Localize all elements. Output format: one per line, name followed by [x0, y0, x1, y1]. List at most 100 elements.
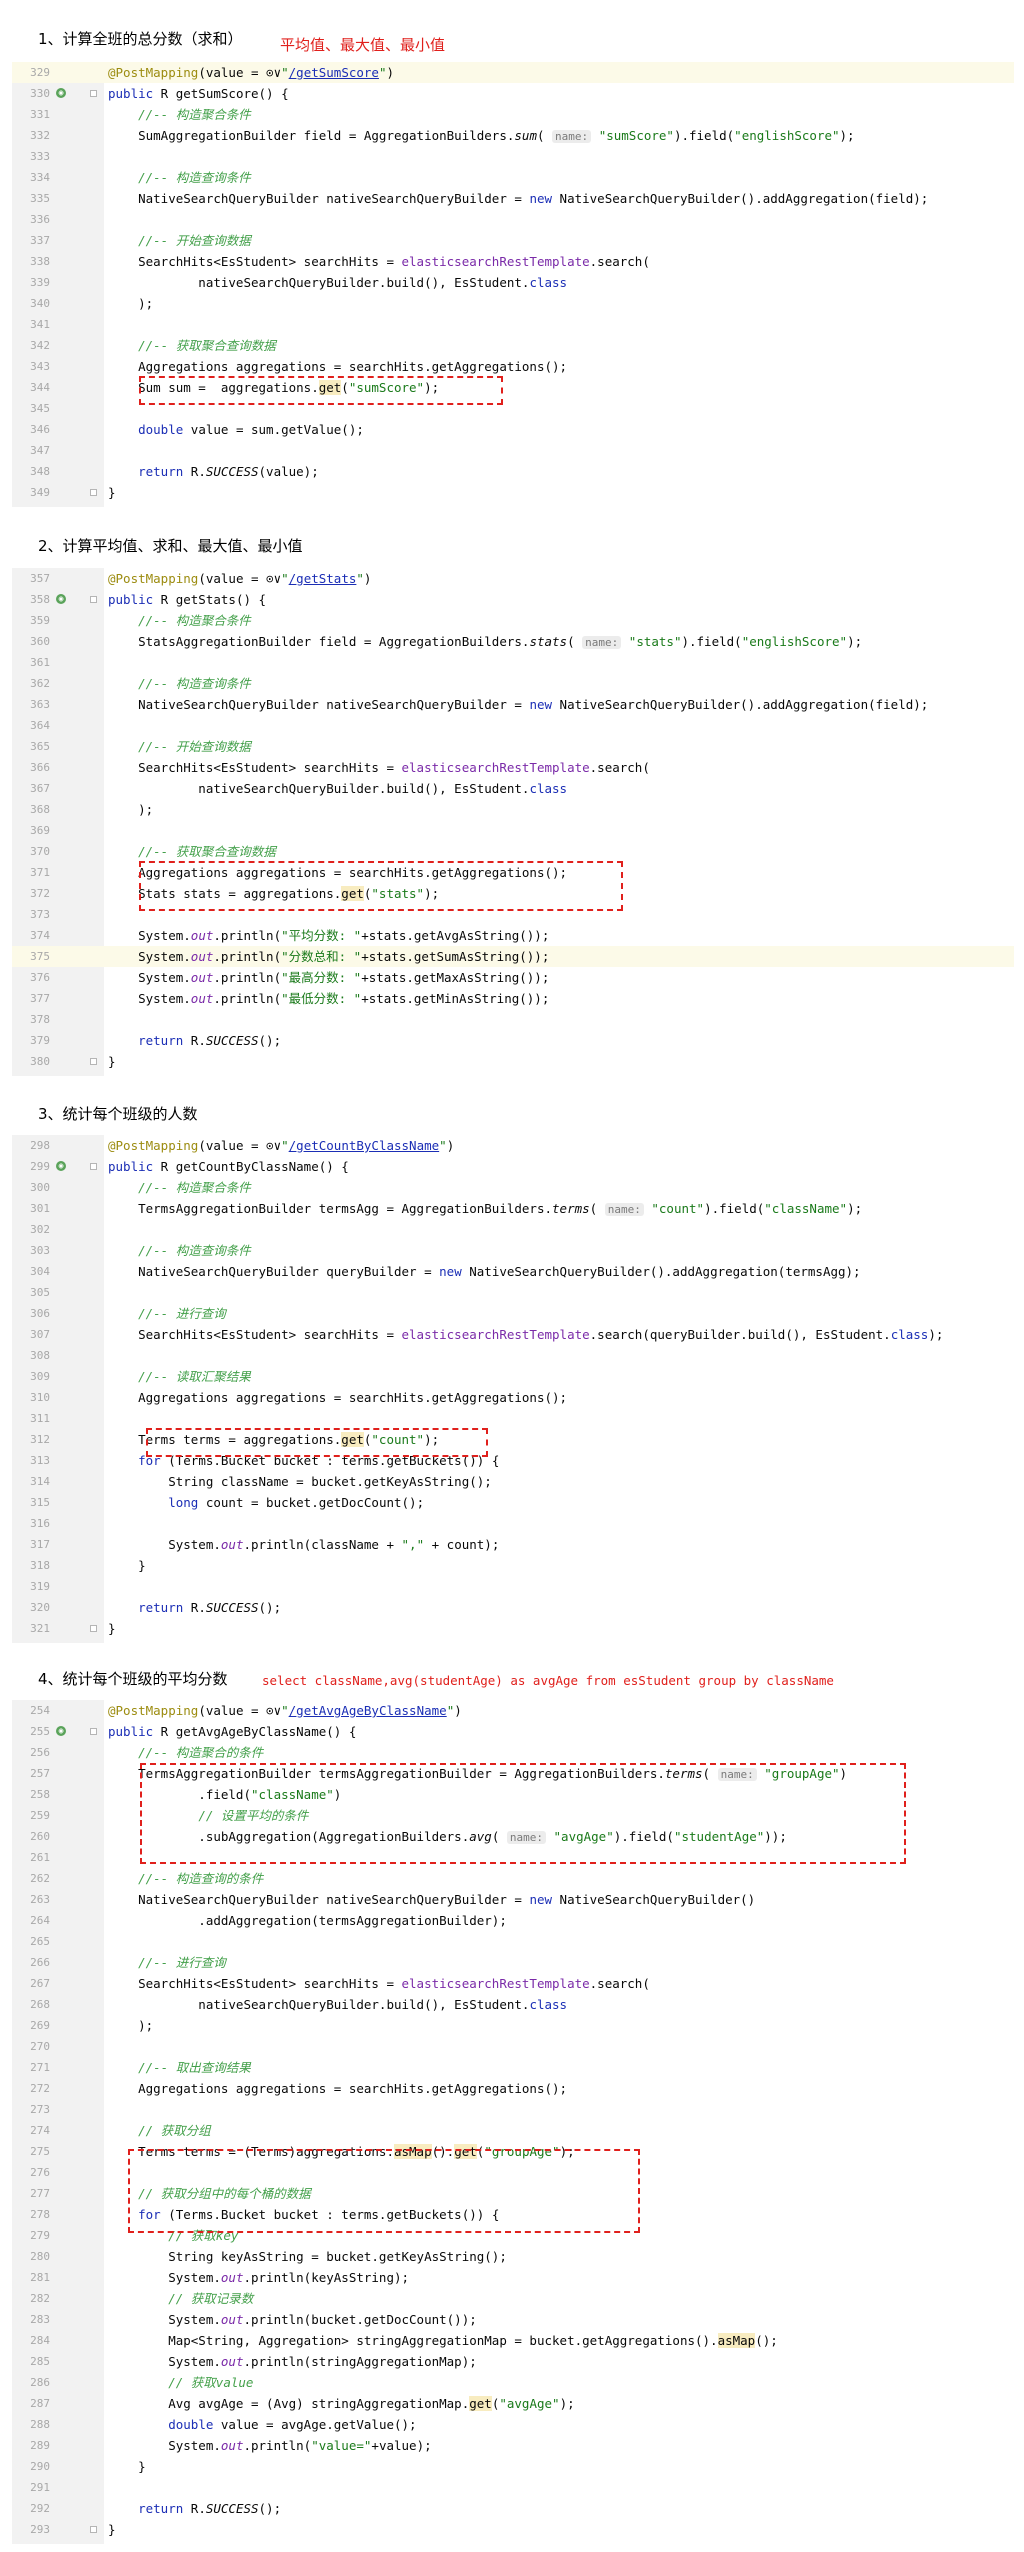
- fold-marker-icon[interactable]: [90, 1625, 97, 1632]
- section-note: select className,avg(studentAge) as avgA…: [262, 1673, 834, 1688]
- code-text: System.out.println("最低分数: "+stats.getMin…: [108, 991, 550, 1006]
- code-text: StatsAggregationBuilder field = Aggregat…: [108, 634, 863, 649]
- line-number: 335: [30, 192, 50, 205]
- code-line: 361: [12, 652, 1014, 673]
- code-line: 270: [12, 2036, 1014, 2057]
- code-line: 265: [12, 1931, 1014, 1952]
- code-text: nativeSearchQueryBuilder.build(), EsStud…: [108, 275, 568, 290]
- code-text: //-- 开始查询数据: [138, 233, 251, 248]
- code-text: String keyAsString = bucket.getKeyAsStri…: [108, 2249, 507, 2264]
- code-line: 367 nativeSearchQueryBuilder.build(), Es…: [12, 778, 1014, 799]
- line-number: 278: [30, 2208, 50, 2221]
- code-line: 343 Aggregations aggregations = searchHi…: [12, 356, 1014, 377]
- line-number: 287: [30, 2397, 50, 2410]
- fold-marker-icon[interactable]: [90, 596, 97, 603]
- line-number: 288: [30, 2418, 50, 2431]
- code-line: 368 );: [12, 799, 1014, 820]
- line-number: 345: [30, 402, 50, 415]
- line-number: 258: [30, 1788, 50, 1801]
- line-number: 266: [30, 1956, 50, 1969]
- line-number: 369: [30, 824, 50, 837]
- code-text: // 获取value: [168, 2375, 254, 2390]
- code-text: }: [108, 1558, 146, 1573]
- section-heading: 1、计算全班的总分数（求和）: [38, 30, 243, 48]
- code-text: Aggregations aggregations = searchHits.g…: [108, 2081, 568, 2096]
- line-number: 358: [30, 593, 50, 606]
- line-number: 379: [30, 1034, 50, 1047]
- code-text: @PostMapping(value = ⊙∨"/getSumScore"): [108, 65, 395, 80]
- line-number: 346: [30, 423, 50, 436]
- code-text: NativeSearchQueryBuilder nativeSearchQue…: [108, 697, 929, 712]
- fold-marker-icon[interactable]: [90, 489, 97, 496]
- fold-marker-icon[interactable]: [90, 2526, 97, 2533]
- section-note: 平均值、最大值、最小值: [280, 36, 446, 54]
- line-number: 304: [30, 1265, 50, 1278]
- code-text: System.out.println("分数总和: "+stats.getSum…: [108, 949, 550, 964]
- line-number: 292: [30, 2502, 50, 2515]
- code-line: 347: [12, 440, 1014, 461]
- endpoint-gutter-icon[interactable]: ◉: [56, 1726, 66, 1736]
- endpoint-gutter-icon[interactable]: ◉: [56, 1161, 66, 1171]
- line-number: 363: [30, 698, 50, 711]
- line-number: 289: [30, 2439, 50, 2452]
- line-number: 305: [30, 1286, 50, 1299]
- code-line: 334 //-- 构造查询条件: [12, 167, 1014, 188]
- line-number: 259: [30, 1809, 50, 1822]
- code-line: 329 @PostMapping(value = ⊙∨"/getSumScore"…: [12, 62, 1014, 83]
- line-number: 271: [30, 2061, 50, 2074]
- code-line: 349}: [12, 482, 1014, 503]
- code-text: public R getAvgAgeByClassName() {: [108, 1724, 357, 1739]
- line-number: 380: [30, 1055, 50, 1068]
- code-line: 298 @PostMapping(value = ⊙∨"/getCountByCl…: [12, 1135, 1014, 1156]
- line-number: 308: [30, 1349, 50, 1362]
- line-number: 336: [30, 213, 50, 226]
- line-number: 293: [30, 2523, 50, 2536]
- code-line: 357 @PostMapping(value = ⊙∨"/getStats"): [12, 568, 1014, 589]
- line-number: 340: [30, 297, 50, 310]
- line-number: 261: [30, 1851, 50, 1864]
- code-text: public R getCountByClassName() {: [108, 1159, 349, 1174]
- code-line: 273: [12, 2099, 1014, 2120]
- code-text: SearchHits<EsStudent> searchHits = elast…: [108, 760, 650, 775]
- code-line: 268 nativeSearchQueryBuilder.build(), Es…: [12, 1994, 1014, 2015]
- code-line: 287 Avg avgAge = (Avg) stringAggregation…: [12, 2393, 1014, 2414]
- line-number: 339: [30, 276, 50, 289]
- highlight-box: [140, 1763, 906, 1864]
- code-text: //-- 构造查询的条件: [138, 1871, 264, 1886]
- line-number: 332: [30, 129, 50, 142]
- fold-marker-icon[interactable]: [90, 1058, 97, 1065]
- endpoint-gutter-icon[interactable]: ◉: [56, 594, 66, 604]
- line-number: 318: [30, 1559, 50, 1572]
- code-line: 303 //-- 构造查询条件: [12, 1240, 1014, 1261]
- line-number: 371: [30, 866, 50, 879]
- line-number: 283: [30, 2313, 50, 2326]
- line-number: 300: [30, 1181, 50, 1194]
- code-text: nativeSearchQueryBuilder.build(), EsStud…: [108, 1997, 568, 2012]
- code-text: System.out.println(keyAsString);: [108, 2270, 410, 2285]
- code-line: 318 }: [12, 1555, 1014, 1576]
- line-number: 314: [30, 1475, 50, 1488]
- code-line: 281 System.out.println(keyAsString);: [12, 2267, 1014, 2288]
- code-text: System.out.println("最高分数: "+stats.getMax…: [108, 970, 550, 985]
- code-line: 288 double value = avgAge.getValue();: [12, 2414, 1014, 2435]
- code-line: 262 //-- 构造查询的条件: [12, 1868, 1014, 1889]
- line-number: 337: [30, 234, 50, 247]
- fold-marker-icon[interactable]: [90, 1163, 97, 1170]
- code-line: 267 SearchHits<EsStudent> searchHits = e…: [12, 1973, 1014, 1994]
- code-text: Aggregations aggregations = searchHits.g…: [108, 1390, 568, 1405]
- code-line: 309 //-- 读取汇聚结果: [12, 1366, 1014, 1387]
- code-text: //-- 构造查询条件: [138, 676, 251, 691]
- line-number: 282: [30, 2292, 50, 2305]
- line-number: 316: [30, 1517, 50, 1530]
- endpoint-gutter-icon[interactable]: ◉: [56, 88, 66, 98]
- fold-marker-icon[interactable]: [90, 90, 97, 97]
- fold-marker-icon[interactable]: [90, 1728, 97, 1735]
- code-text: );: [108, 296, 154, 311]
- line-number: 307: [30, 1328, 50, 1341]
- line-number: 264: [30, 1914, 50, 1927]
- code-text: //-- 开始查询数据: [138, 739, 251, 754]
- code-line: 266 //-- 进行查询: [12, 1952, 1014, 1973]
- line-number: 370: [30, 845, 50, 858]
- code-text: }: [108, 1054, 116, 1069]
- code-line: 362 //-- 构造查询条件: [12, 673, 1014, 694]
